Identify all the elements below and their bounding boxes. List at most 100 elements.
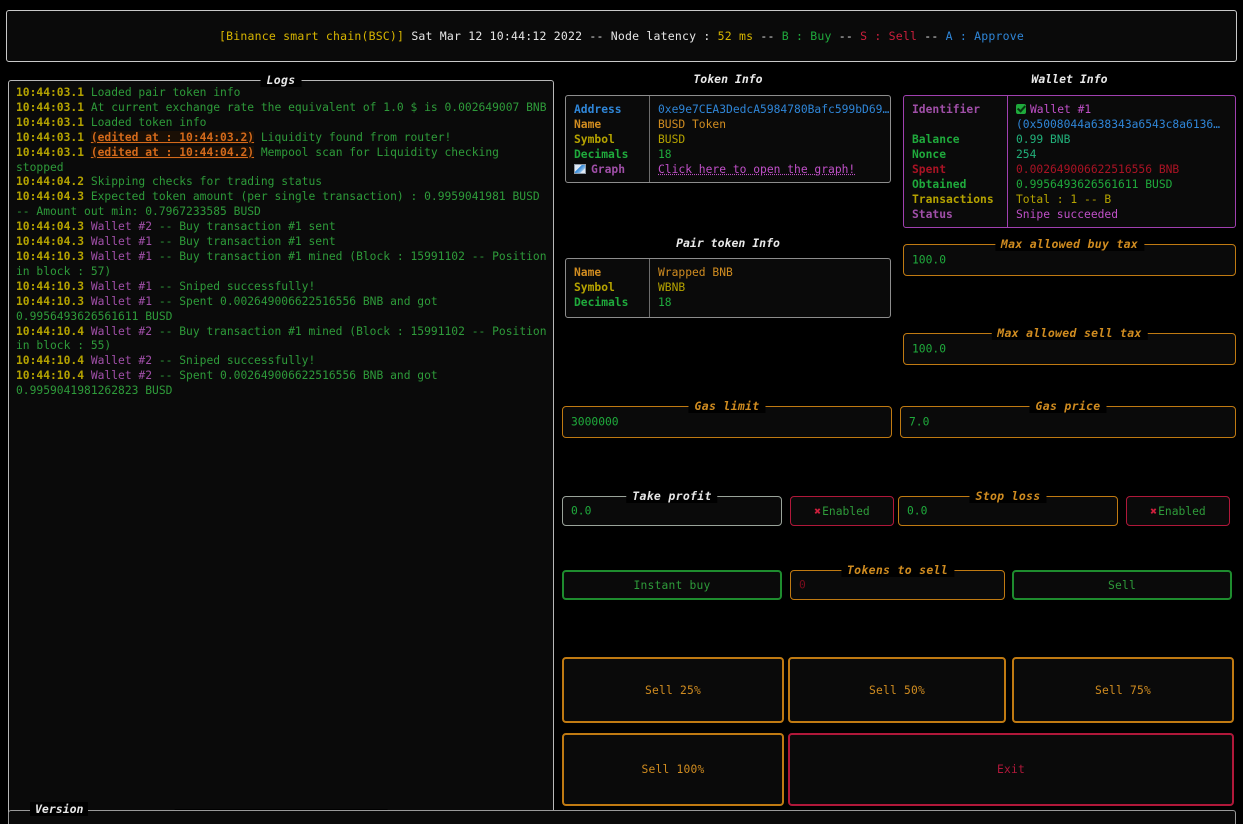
banner-sep-3: -- bbox=[838, 29, 854, 43]
max-allowed-sell-tax-input[interactable]: Max allowed sell tax 100.0 bbox=[903, 326, 1236, 365]
wallet-identifier: Wallet #1 bbox=[1030, 103, 1092, 116]
log-message: Liquidity found from router! bbox=[260, 130, 452, 144]
log-timestamp: 10:44:03.1 bbox=[16, 100, 91, 114]
token-info-key-graph-label: Graph bbox=[591, 163, 626, 176]
stop-loss-label: Stop loss bbox=[969, 489, 1047, 503]
stop-loss-input[interactable]: Stop loss 0.0 bbox=[898, 489, 1118, 526]
wallet-transactions: Total : 1 -- B bbox=[1016, 193, 1112, 206]
tokens-to-sell-value: 0 bbox=[799, 578, 806, 592]
exit-button[interactable]: Exit bbox=[788, 733, 1234, 806]
version-label: Version bbox=[30, 802, 89, 816]
sell-button[interactable]: Sell bbox=[1012, 570, 1232, 600]
version-panel bbox=[8, 810, 1236, 824]
wallet-nonce: 254 bbox=[1016, 148, 1037, 161]
log-timestamp: 10:44:03.1 bbox=[16, 115, 91, 129]
pair-token-info-values: Wrapped BNB WBNB 18 bbox=[650, 259, 890, 317]
wallet-obtained: 0.9956493626561611 BUSD bbox=[1016, 178, 1173, 191]
logs-panel[interactable]: Logs 10:44:03.1 Loaded pair token info 10… bbox=[8, 73, 554, 823]
tokens-to-sell-input[interactable]: Tokens to sell 0 bbox=[790, 563, 1005, 600]
sell-50-label: Sell 50% bbox=[868, 683, 925, 697]
log-message: Expected token amount (per single transa… bbox=[16, 190, 540, 219]
wallet-key-balance: Balance bbox=[912, 133, 960, 146]
log-timestamp: 10:44:04.3 bbox=[16, 220, 91, 234]
max-allowed-sell-tax-value: 100.0 bbox=[912, 342, 947, 356]
gas-limit-input[interactable]: Gas limit 3000000 bbox=[562, 399, 892, 438]
log-line: 10:44:10.3 Wallet #1 -- Spent 0.00264900… bbox=[16, 295, 548, 325]
wallet-checkbox-icon[interactable] bbox=[1016, 104, 1026, 114]
wallet-info-values: Wallet #1 (0x5008044a638343a6543c8a6136…… bbox=[1008, 96, 1235, 227]
wallet-balance: 0.99 BNB bbox=[1016, 133, 1071, 146]
log-wallet-tag: Wallet #1 bbox=[90, 294, 159, 308]
log-line: 10:44:10.3 Wallet #1 -- Sniped successfu… bbox=[16, 280, 548, 295]
token-info-symbol: BUSD bbox=[658, 133, 686, 146]
pair-token-info-panel: Name Symbol Decimals Wrapped BNB WBNB 18 bbox=[565, 258, 891, 318]
token-info-key-graph: Graph bbox=[574, 162, 649, 177]
log-timestamp: 10:44:04.3 bbox=[16, 235, 91, 249]
wallet-status: Snipe succeeded bbox=[1016, 208, 1119, 221]
token-info-key-address: Address bbox=[574, 103, 622, 116]
gas-price-label: Gas price bbox=[1029, 399, 1107, 413]
wallet-key-spent: Spent bbox=[912, 163, 947, 176]
wallet-key-status: Status bbox=[912, 208, 953, 221]
log-line: 10:44:10.4 Wallet #2 -- Buy transaction … bbox=[16, 325, 548, 355]
pair-token-info-keys: Name Symbol Decimals bbox=[566, 259, 650, 317]
gas-price-value: 7.0 bbox=[909, 415, 930, 429]
banner-key-approve: A : Approve bbox=[945, 29, 1025, 43]
pair-value-decimals: 18 bbox=[658, 296, 672, 309]
token-info-graph-link[interactable]: Click here to open the graph! bbox=[658, 162, 890, 177]
pair-key-decimals: Decimals bbox=[574, 296, 629, 309]
max-allowed-sell-tax-label: Max allowed sell tax bbox=[991, 326, 1148, 340]
max-allowed-buy-tax-input[interactable]: Max allowed buy tax 100.0 bbox=[903, 237, 1236, 276]
logs-title: Logs bbox=[260, 73, 302, 87]
log-message: -- Buy transaction #1 sent bbox=[158, 235, 336, 249]
log-timestamp: 10:44:10.3 bbox=[16, 294, 91, 308]
take-profit-input[interactable]: Take profit 0.0 bbox=[562, 489, 782, 526]
sell-label: Sell bbox=[1107, 578, 1136, 592]
wallet-info-keys: Identifier Balance Nonce Spent Obtained … bbox=[904, 96, 1008, 227]
gas-price-input[interactable]: Gas price 7.0 bbox=[900, 399, 1236, 438]
log-edited-marker: (edited at : 10:44:04.2) bbox=[90, 145, 255, 159]
token-info-keys: Address Name Symbol Decimals Graph bbox=[566, 96, 650, 182]
wallet-identifier-row[interactable]: Wallet #1 bbox=[1016, 102, 1235, 117]
log-timestamp: 10:44:10.4 bbox=[16, 369, 91, 383]
max-allowed-buy-tax-label: Max allowed buy tax bbox=[994, 237, 1145, 251]
log-timestamp: 10:44:10.3 bbox=[16, 279, 91, 293]
token-info-title: Token Info bbox=[693, 72, 763, 86]
sell-75-label: Sell 75% bbox=[1094, 683, 1151, 697]
wallet-key-transactions: Transactions bbox=[912, 193, 994, 206]
pair-value-symbol: WBNB bbox=[658, 281, 686, 294]
graph-icon bbox=[574, 164, 586, 174]
gas-limit-value: 3000000 bbox=[571, 415, 619, 429]
log-line: 10:44:04.3 Wallet #2 -- Buy transaction … bbox=[16, 220, 548, 235]
stop-loss-enabled-toggle[interactable]: ✖ Enabled bbox=[1126, 496, 1230, 526]
token-info-decimals: 18 bbox=[658, 148, 672, 161]
logs-content[interactable]: 10:44:03.1 Loaded pair token info 10:44:0… bbox=[16, 86, 548, 809]
wallet-key-obtained: Obtained bbox=[912, 178, 967, 191]
log-timestamp: 10:44:04.3 bbox=[16, 190, 91, 204]
log-timestamp: 10:44:03.1 bbox=[16, 145, 91, 159]
log-line: 10:44:04.3 Expected token amount (per si… bbox=[16, 190, 548, 220]
log-timestamp: 10:44:10.3 bbox=[16, 249, 91, 263]
sell-100-percent-button[interactable]: Sell 100% bbox=[562, 733, 784, 806]
log-edited-marker: (edited at : 10:44:03.2) bbox=[90, 130, 255, 144]
wallet-spent: 0.002649006622516556 BNB bbox=[1016, 163, 1180, 176]
sell-25-label: Sell 25% bbox=[644, 683, 701, 697]
max-allowed-buy-tax-value: 100.0 bbox=[912, 253, 947, 267]
log-timestamp: 10:44:10.4 bbox=[16, 324, 91, 338]
banner-key-sell: S : Sell bbox=[860, 29, 918, 43]
log-timestamp: 10:44:03.1 bbox=[16, 130, 91, 144]
wallet-key-nonce: Nonce bbox=[912, 148, 947, 161]
log-line: 10:44:04.2 Skipping checks for trading s… bbox=[16, 175, 548, 190]
instant-buy-button[interactable]: Instant buy bbox=[562, 570, 782, 600]
log-line: 10:44:10.3 Wallet #1 -- Buy transaction … bbox=[16, 250, 548, 280]
wallet-key-identifier: Identifier bbox=[912, 103, 981, 116]
log-wallet-tag: Wallet #2 bbox=[90, 354, 159, 368]
log-line: 10:44:03.1 At current exchange rate the … bbox=[16, 101, 548, 116]
token-info-key-name: Name bbox=[574, 118, 602, 131]
sell-100-label: Sell 100% bbox=[641, 763, 705, 776]
sell-25-percent-button[interactable]: Sell 25% bbox=[562, 657, 784, 723]
sell-50-percent-button[interactable]: Sell 50% bbox=[788, 657, 1006, 723]
take-profit-enabled-toggle[interactable]: ✖ Enabled bbox=[790, 496, 894, 526]
instant-buy-label: Instant buy bbox=[633, 578, 711, 592]
sell-75-percent-button[interactable]: Sell 75% bbox=[1012, 657, 1234, 723]
